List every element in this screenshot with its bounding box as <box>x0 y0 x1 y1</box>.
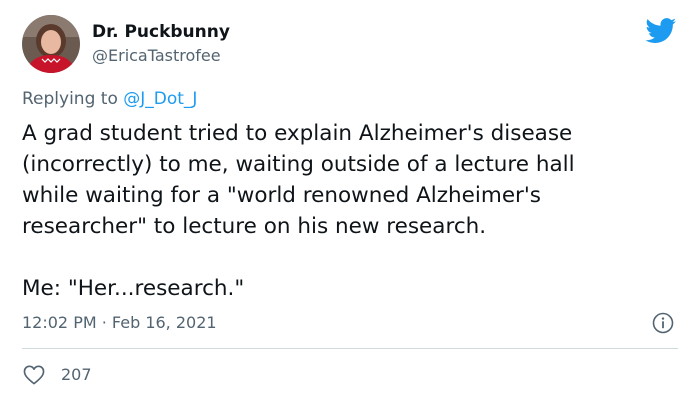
tweet-text-line: while waiting for a "world renowned Alzh… <box>22 183 542 208</box>
twitter-bird-icon[interactable] <box>645 18 677 44</box>
avatar-image <box>22 15 80 73</box>
tweet-timestamp[interactable]: 12:02 PM · Feb 16, 2021 <box>22 313 217 332</box>
avatar[interactable] <box>22 15 80 73</box>
replying-to: Replying to @J_Dot_J <box>22 89 197 109</box>
reply-mention-link[interactable]: @J_Dot_J <box>123 89 197 109</box>
tweet-text-line: (incorrectly) to me, waiting outside of … <box>22 152 575 177</box>
tweet-text: A grad student tried to explain Alzheime… <box>22 118 682 304</box>
replying-to-label: Replying to <box>22 89 124 109</box>
like-count: 207 <box>61 365 92 384</box>
tweet-text-line: researcher" to lecture on his new resear… <box>22 214 487 239</box>
heart-icon[interactable] <box>23 365 45 385</box>
author-display-name[interactable]: Dr. Puckbunny <box>92 22 230 42</box>
tweet-text-closing-line: Me: "Her...research." <box>22 276 245 301</box>
tweet-card: Dr. Puckbunny @EricaTastrofee Replying t… <box>0 0 700 402</box>
divider <box>22 348 678 349</box>
tweet-text-line: A grad student tried to explain Alzheime… <box>22 121 573 146</box>
author-handle[interactable]: @EricaTastrofee <box>92 46 221 65</box>
info-icon[interactable] <box>652 312 674 334</box>
